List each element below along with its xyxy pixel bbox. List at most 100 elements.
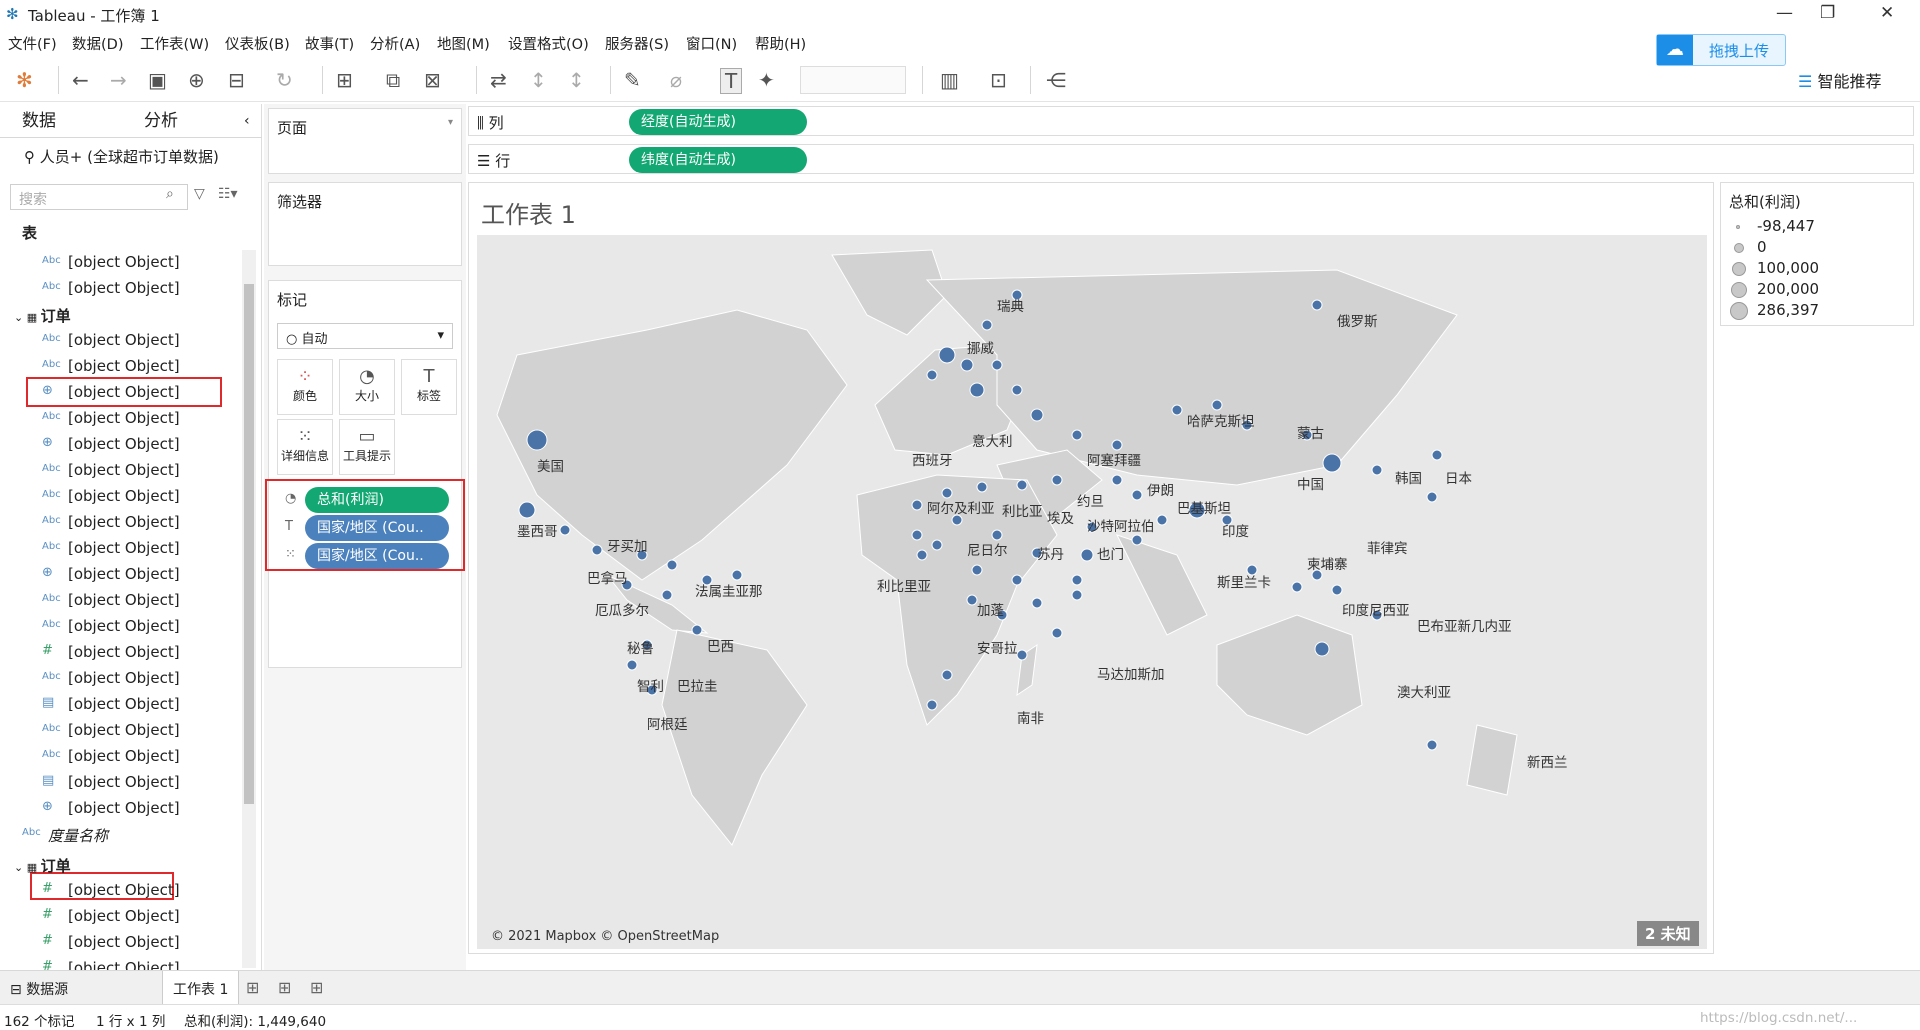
menu-data[interactable]: 数据(D) [72,33,123,54]
profit-mark[interactable] [626,659,638,671]
field-item[interactable]: ⊕ [object Object] [0,380,240,406]
profit-mark[interactable] [926,699,938,711]
size-button[interactable]: ◔ 大小 [339,359,395,415]
profit-mark[interactable] [1371,464,1383,476]
field-item[interactable]: ▤ [object Object] [0,770,240,796]
field-item[interactable]: Abc [object Object] [0,666,240,692]
mark-type-dropdown[interactable]: ○ 自动 ▾ [277,323,453,349]
view-options-icon[interactable]: ☷▾ [218,186,238,202]
menu-map[interactable]: 地图(M) [437,33,490,54]
profit-mark[interactable] [966,594,978,606]
profit-mark[interactable] [1426,491,1438,503]
menu-server[interactable]: 服务器(S) [605,33,669,54]
menu-story[interactable]: 故事(T) [305,33,354,54]
profit-mark[interactable] [1111,474,1123,486]
tableau-icon[interactable]: ✻ [16,68,33,92]
profit-mark[interactable] [976,481,988,493]
field-item[interactable]: # [object Object] [0,878,240,904]
profit-mark[interactable] [971,564,983,576]
profit-mark[interactable] [941,669,953,681]
restore-icon[interactable]: ❐ [1820,3,1835,23]
datasource-name[interactable]: ⚲ 人员+ (全球超市订单数据) [24,146,219,167]
field-item[interactable]: Abc [object Object] [0,406,240,432]
sort-desc-icon[interactable]: ↕ [568,68,585,92]
label-button[interactable]: T 标签 [401,359,457,415]
profit-mark[interactable] [1071,429,1083,441]
profit-mark[interactable] [1131,534,1143,546]
presentation-icon[interactable]: ⊡ [990,68,1007,92]
measure-names[interactable]: Abc 度量名称 [0,822,240,848]
profit-mark[interactable] [911,529,923,541]
profit-mark[interactable] [1291,581,1303,593]
field-item[interactable]: Abc [object Object] [0,328,240,354]
profit-mark[interactable] [1011,384,1023,396]
profit-mark[interactable] [1071,589,1083,601]
menu-analysis[interactable]: 分析(A) [370,33,420,54]
profit-mark[interactable] [1431,449,1443,461]
profit-mark[interactable] [518,501,536,519]
pill-longitude[interactable]: 经度(自动生成) [629,109,807,135]
menu-format[interactable]: 设置格式(O) [508,33,589,54]
field-item[interactable]: Abc [object Object] [0,276,240,302]
new-sheet-icon[interactable]: ⊞ [246,978,259,997]
color-button[interactable]: ⁘ 颜色 [277,359,333,415]
redo-icon[interactable]: → [110,68,127,92]
profit-mark[interactable] [1331,584,1343,596]
pin-icon[interactable]: ✦ [758,68,775,92]
legend-title[interactable]: 总和(利润) [1729,191,1801,212]
field-item[interactable]: Abc [object Object] [0,718,240,744]
profit-mark[interactable] [1131,489,1143,501]
group-icon[interactable]: ⌀ [670,68,682,92]
pause-updates-icon[interactable]: ⊟ [228,68,245,92]
tab-data[interactable]: 数据 [22,104,56,138]
profit-mark[interactable] [1311,299,1323,311]
field-item[interactable]: Abc [object Object] [0,744,240,770]
field-item[interactable]: Abc [object Object] [0,510,240,536]
filter-icon[interactable]: ▽ [194,186,205,202]
profit-mark[interactable] [981,319,993,331]
new-datasource-icon[interactable]: ⊕ [188,68,205,92]
field-item[interactable]: Abc [object Object] [0,614,240,640]
profit-mark[interactable] [1031,597,1043,609]
profit-mark[interactable] [591,544,603,556]
menu-dashboard[interactable]: 仪表板(B) [225,33,290,54]
fit-dropdown[interactable] [800,66,906,94]
smart-recommend-button[interactable]: ☰ 智能推荐 [1798,68,1881,92]
new-worksheet-icon[interactable]: ⊞ [336,68,353,92]
new-story-icon[interactable]: ⊞ [310,978,323,997]
field-item[interactable]: # [object Object] [0,904,240,930]
swap-icon[interactable]: ⇄ [490,68,507,92]
profit-mark[interactable] [661,589,673,601]
highlight-icon[interactable]: ✎ [624,68,641,92]
profit-mark[interactable] [526,429,548,451]
minimize-icon[interactable]: — [1776,3,1793,23]
field-item[interactable]: # [object Object] [0,930,240,956]
profit-mark[interactable] [969,382,985,398]
field-item[interactable]: ▤ [object Object] [0,692,240,718]
profit-mark[interactable] [991,359,1003,371]
save-icon[interactable]: ▣ [148,68,167,92]
profit-mark[interactable] [1011,574,1023,586]
duplicate-icon[interactable]: ⧉ [386,68,400,92]
share-icon[interactable]: ⋲ [1046,68,1066,92]
field-item[interactable]: Abc [object Object] [0,588,240,614]
field-item[interactable]: Abc [object Object] [0,354,240,380]
filters-card[interactable]: 筛选器 [268,182,462,266]
menu-file[interactable]: 文件(F) [8,33,57,54]
profit-mark[interactable] [916,549,928,561]
profit-mark[interactable] [1156,514,1168,526]
profit-mark[interactable] [666,559,678,571]
profit-mark[interactable] [926,369,938,381]
world-map[interactable]: © 2021 Mapbox © OpenStreetMap 2 未知 瑞典 俄罗斯… [477,235,1707,949]
profit-mark[interactable] [1426,739,1438,751]
field-item[interactable]: Abc [object Object] [0,458,240,484]
detail-button[interactable]: ⁙ 详细信息 [277,419,333,475]
profit-mark[interactable] [1016,649,1028,661]
tab-analysis[interactable]: 分析 [144,104,178,138]
group-orders-measures[interactable]: ⌄ ▦ 订单 [14,855,71,876]
tooltip-button[interactable]: ▭ 工具提示 [339,419,395,475]
profit-mark[interactable] [1322,453,1342,473]
profit-mark[interactable] [1314,641,1330,657]
collapse-icon[interactable]: ‹ [244,104,250,138]
profit-mark[interactable] [559,524,571,536]
